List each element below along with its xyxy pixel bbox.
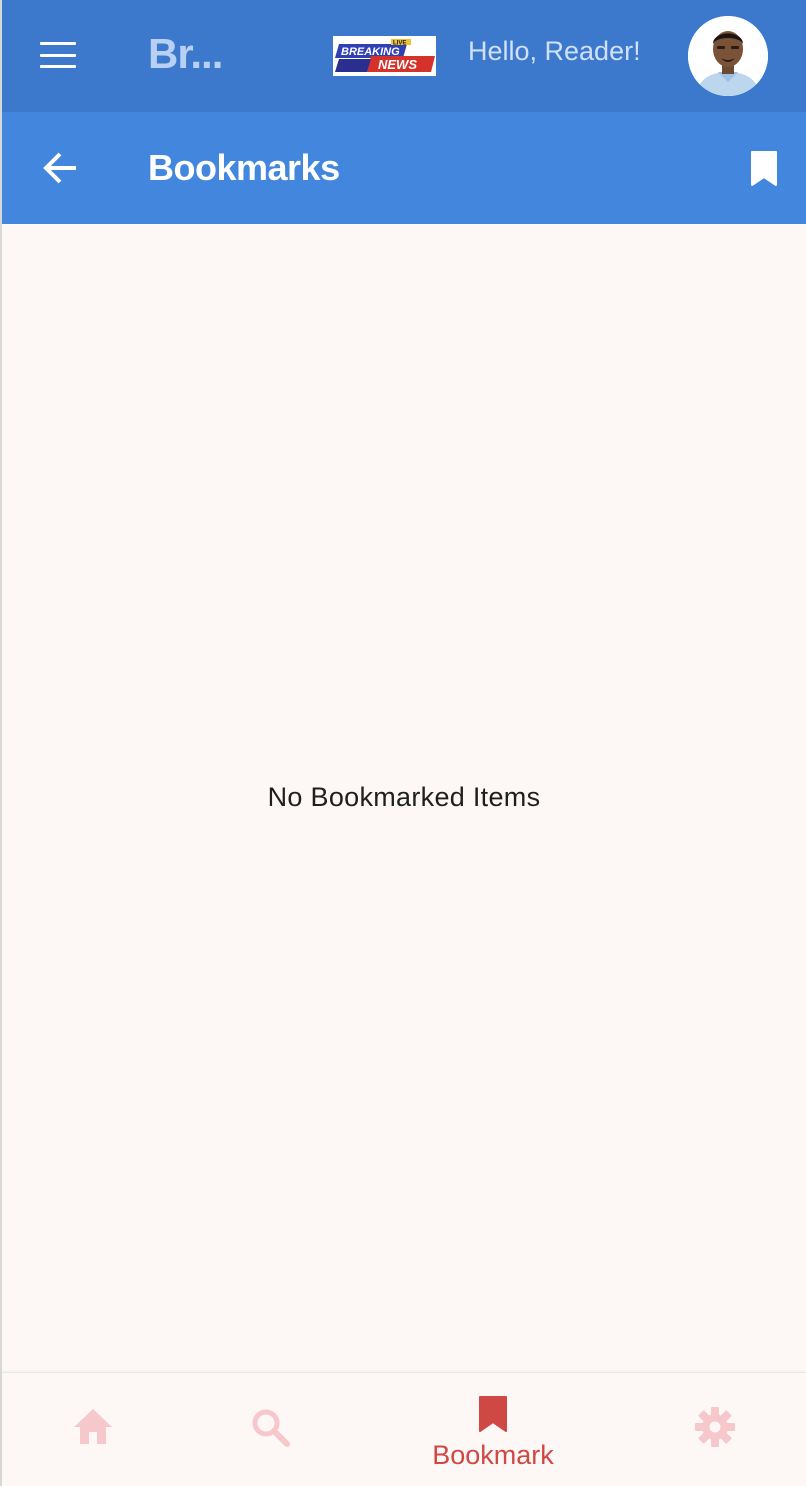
page-header-bar (2, 112, 806, 224)
bookmark-icon (479, 1396, 507, 1432)
bottom-navigation-bar: Bookmark (2, 1372, 806, 1486)
user-avatar[interactable] (688, 16, 768, 96)
gear-icon (695, 1407, 735, 1447)
search-icon (252, 1409, 290, 1447)
bookmark-icon[interactable] (750, 150, 778, 187)
hamburger-menu-icon[interactable] (38, 38, 78, 72)
app-title: Br... (148, 30, 223, 77)
arrow-left-icon[interactable] (40, 148, 80, 188)
app-screen: Br... LIVE BREAKING NEWS Hello, Reader! (0, 0, 806, 1486)
nav-item-search[interactable] (230, 1373, 312, 1486)
nav-item-home[interactable] (52, 1373, 134, 1486)
breaking-news-logo: LIVE BREAKING NEWS (333, 36, 436, 76)
nav-item-settings[interactable] (674, 1373, 756, 1486)
nav-label-bookmark: Bookmark (432, 1440, 554, 1470)
svg-text:NEWS: NEWS (378, 57, 417, 72)
page-title: Bookmarks (148, 147, 340, 188)
greeting-text: Hello, Reader! (468, 36, 641, 66)
nav-item-bookmark[interactable]: Bookmark (412, 1373, 574, 1486)
empty-state-message: No Bookmarked Items (267, 782, 541, 812)
top-app-bar: Br... LIVE BREAKING NEWS Hello, Reader! (2, 0, 806, 112)
home-icon (74, 1409, 112, 1444)
